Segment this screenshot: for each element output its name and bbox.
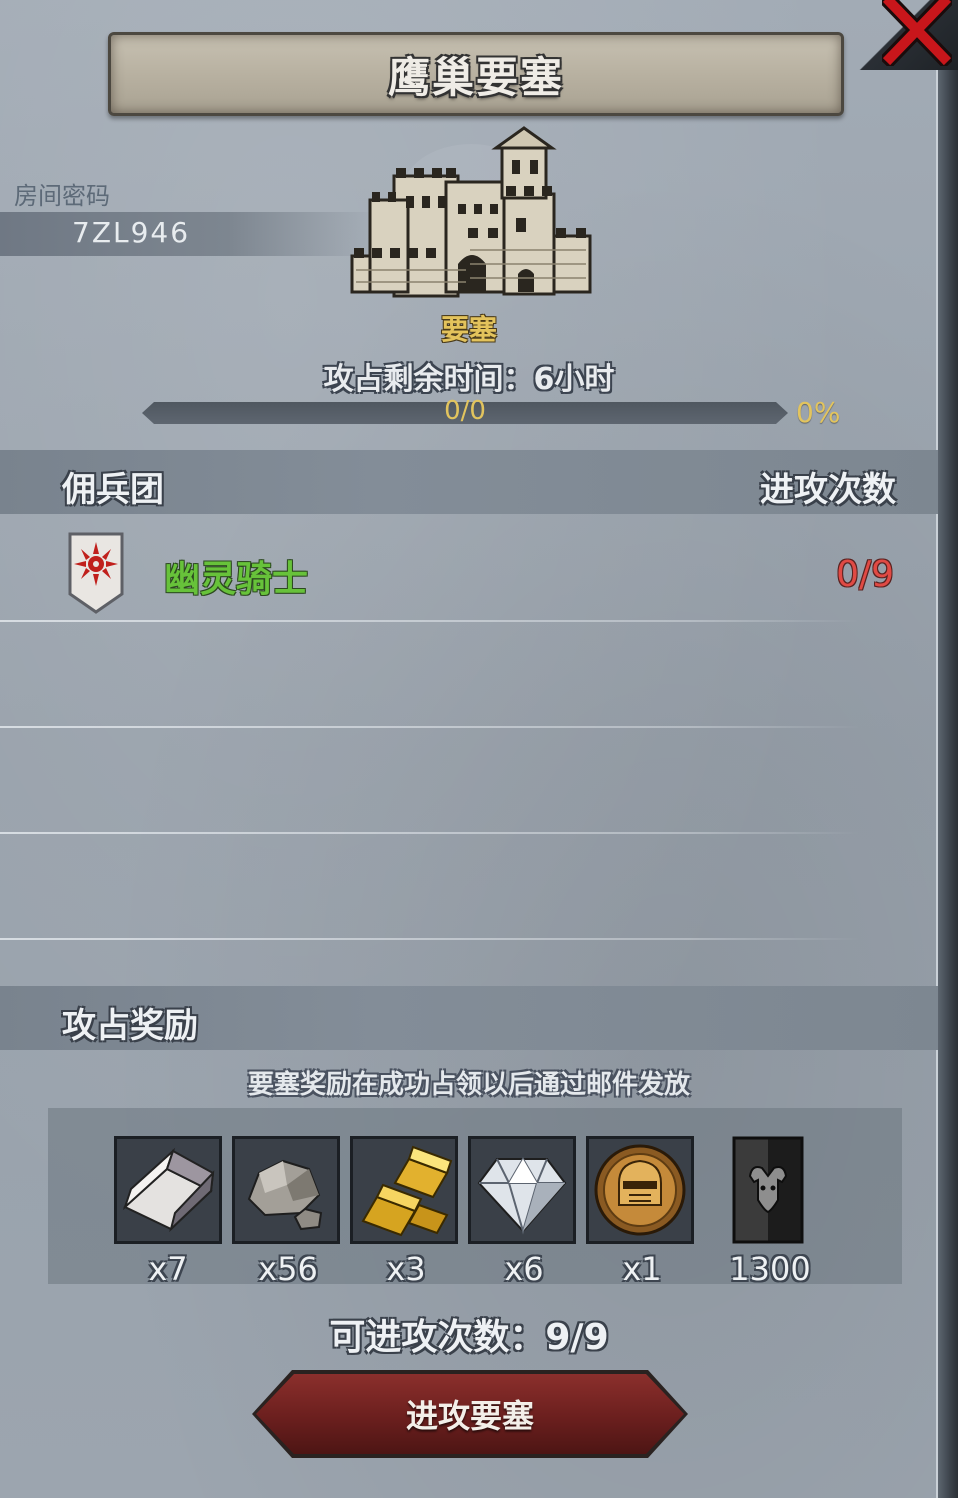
row-divider <box>0 620 860 622</box>
fortress-type-label: 要塞 <box>440 313 497 346</box>
row-divider <box>0 832 860 834</box>
reward-quantity: x7 <box>148 1250 188 1288</box>
mercenary-attack-count: 0/9 <box>836 554 894 595</box>
page-title: 鹰巢要塞 <box>387 52 564 102</box>
reward-note: 要塞奖励在成功占领以后通过邮件发放 <box>247 1070 690 1100</box>
attack-fortress-button[interactable]: 进攻要塞 <box>256 1374 684 1454</box>
attack-count-header-label: 进攻次数 <box>760 470 896 510</box>
room-password-label: 房间密码 <box>14 182 110 210</box>
row-divider <box>0 938 860 940</box>
reward-item[interactable] <box>114 1136 222 1244</box>
stone-ore-icon <box>235 1139 337 1241</box>
capture-time-remaining: 攻占剩余时间：6小时 <box>323 362 615 397</box>
capture-progress-percent: 0% <box>796 396 841 429</box>
reward-item[interactable] <box>468 1136 576 1244</box>
available-attacks: 可进攻次数：9/9 <box>329 1317 609 1358</box>
reward-quantity: x6 <box>504 1250 544 1288</box>
gold-bars-icon <box>353 1139 455 1241</box>
reward-quantity: 1300 <box>729 1250 811 1288</box>
bull-banner-icon <box>732 1136 804 1244</box>
reward-item[interactable] <box>232 1136 340 1244</box>
close-icon <box>878 0 956 70</box>
reward-item[interactable] <box>350 1136 458 1244</box>
close-button[interactable] <box>878 0 956 70</box>
panel-right-border <box>936 0 958 1498</box>
castle-icon <box>350 126 592 298</box>
room-password-value: 7ZL946 <box>72 216 191 249</box>
title-banner: 鹰巢要塞 <box>108 32 844 116</box>
knight-helmet-medal-icon <box>589 1139 691 1241</box>
reward-item[interactable] <box>732 1136 804 1244</box>
silver-ingot-icon <box>117 1139 219 1241</box>
reward-quantity: x56 <box>258 1250 318 1288</box>
attack-fortress-button-label: 进攻要塞 <box>405 1397 534 1435</box>
capture-progress-text: 0/0 <box>444 396 486 426</box>
diamond-icon <box>471 1139 573 1241</box>
mercenary-name: 幽灵骑士 <box>164 559 309 600</box>
reward-header-label: 攻占奖励 <box>62 1006 198 1046</box>
row-divider <box>0 726 860 728</box>
mercenary-header-label: 佣兵团 <box>62 470 164 510</box>
reward-quantity: x1 <box>622 1250 662 1288</box>
reward-quantity: x3 <box>386 1250 426 1288</box>
reward-item[interactable] <box>586 1136 694 1244</box>
red-sun-shield-icon <box>68 532 124 614</box>
